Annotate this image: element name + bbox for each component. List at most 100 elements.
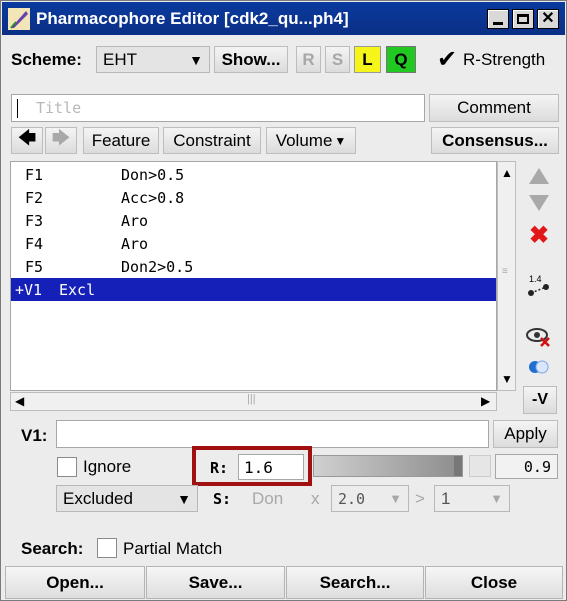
apply-button[interactable]: Apply [493,420,558,448]
feature-expr: Aro [121,234,149,253]
feature-expr: Aro [121,211,149,230]
maximize-icon [517,14,529,24]
distance-button[interactable]: 1.4 [522,271,556,301]
color-spheres-button[interactable] [522,352,556,382]
list-item[interactable]: F3 Aro [11,209,496,232]
title-field[interactable]: Title [11,94,425,122]
back-button[interactable]: 🡄 [11,127,43,154]
window-title: Pharmacophore Editor [cdk2_qu...ph4] [36,8,349,28]
count-select[interactable]: 1 ▼ [434,485,510,512]
show-button[interactable]: Show... [214,46,288,73]
save-button[interactable]: Save... [146,566,285,599]
comment-button[interactable]: Comment [429,94,559,122]
feature-id: F3 [25,211,44,230]
list-item-selected[interactable]: +V1 Excl [11,278,496,301]
close-button[interactable]: Close [425,566,563,599]
spheres-icon [529,360,549,374]
text-cursor [17,99,18,118]
multiplier-select[interactable]: 2.0 ▼ [331,485,409,512]
strength-value: 0.9 [523,458,551,476]
feature-id: F5 [25,257,44,276]
close-window-button[interactable]: ✕ [537,9,559,29]
feature-id: F4 [25,234,44,253]
forward-button[interactable]: 🡆 [45,127,77,154]
volume-menu-button[interactable]: Volume ▼ [266,127,356,154]
s-label: S: [213,490,232,508]
minimize-icon [493,22,503,25]
ignore-label: Ignore [83,457,132,476]
feature-expr: Acc>0.8 [121,188,185,207]
scroll-right-icon[interactable]: ▶ [481,394,490,408]
volume-label: Volume [275,130,333,150]
scroll-down-icon[interactable]: ▼ [501,372,513,386]
chevron-down-icon: ▼ [189,51,203,68]
chevron-down-icon: ▼ [389,491,402,506]
triangle-up-icon [529,168,549,184]
r-toggle-button[interactable]: R [296,46,321,73]
delete-button[interactable]: ✖ [522,220,556,250]
arrow-left-icon: 🡄 [17,127,37,148]
type-value: Excluded [63,488,133,508]
s-toggle-button[interactable]: S [325,46,350,73]
strength-value-field: 0.9 [495,454,558,479]
move-up-button[interactable] [522,161,556,191]
app-feather-icon [8,7,30,30]
ignore-checkbox[interactable] [57,457,77,477]
slider-handle[interactable] [454,456,462,476]
feature-id: F1 [25,165,44,184]
list-item[interactable]: F5 Don2>0.5 [11,255,496,278]
scheme-select[interactable]: EHT ▼ [96,46,210,73]
chevron-down-icon: ▼ [177,490,191,507]
radius-field[interactable]: 1.6 [238,454,304,480]
delete-x-icon: ✖ [528,221,550,249]
search-label: Search: [21,539,84,558]
list-item[interactable]: F4 Aro [11,232,496,255]
count-value: 1 [441,488,451,508]
feature-name-label: V1: [21,426,48,445]
triangle-down-icon [529,195,549,211]
partial-match-checkbox[interactable] [97,538,117,558]
multiplier-value: 2.0 [338,489,366,508]
eye-hide-icon [526,328,550,347]
maximize-button[interactable] [512,9,534,29]
l-toggle-button[interactable]: L [354,46,381,73]
feature-button[interactable]: Feature [83,127,159,154]
open-button[interactable]: Open... [5,566,145,599]
radius-label: R: [210,459,229,477]
move-down-button[interactable] [522,188,556,218]
s-type-value: Don [252,489,284,508]
title-placeholder: Title [36,99,82,117]
scroll-up-icon[interactable]: ▲ [501,166,513,180]
radius-highlight-box: R: 1.6 [192,446,312,486]
feature-expr: Don2>0.5 [121,257,194,276]
feature-list[interactable]: F1 Don>0.5 F2 Acc>0.8 F3 Aro F4 Aro F5 D… [10,161,497,391]
hide-button[interactable] [522,321,556,351]
radius-value: 1.6 [244,458,273,477]
scroll-grip-icon[interactable]: ≡ [502,266,508,277]
scheme-label: Scheme: [11,50,82,69]
minimize-button[interactable] [487,9,509,29]
horizontal-scrollbar[interactable]: ◀ ||| ▶ [10,392,497,411]
close-icon: ✕ [541,10,555,27]
q-toggle-button[interactable]: Q [386,46,416,73]
scroll-left-icon[interactable]: ◀ [15,394,24,408]
chevron-down-icon: ▼ [490,491,503,506]
minus-v-button[interactable]: -V [523,386,557,414]
type-select[interactable]: Excluded ▼ [56,485,198,512]
strength-slider[interactable] [313,455,463,477]
list-item[interactable]: F1 Don>0.5 [11,163,496,186]
constraint-button[interactable]: Constraint [163,127,261,154]
feature-id: +V1 [15,280,43,299]
vertical-scrollbar[interactable]: ▲ ≡ ▼ [497,161,516,391]
partial-match-label: Partial Match [123,539,223,558]
scroll-grip-icon[interactable]: ||| [247,393,256,405]
consensus-button[interactable]: Consensus... [431,127,559,154]
list-item[interactable]: F2 Acc>0.8 [11,186,496,209]
search-button[interactable]: Search... [286,566,424,599]
r-strength-label: R-Strength [463,50,546,69]
pharmacophore-editor-window: Pharmacophore Editor [cdk2_qu...ph4] ✕ S… [0,0,567,601]
feature-name-field[interactable] [56,420,489,448]
feature-expr: Excl [59,280,96,299]
slider-end-cap [469,455,491,477]
checkmark-icon[interactable]: ✔ [437,45,457,74]
